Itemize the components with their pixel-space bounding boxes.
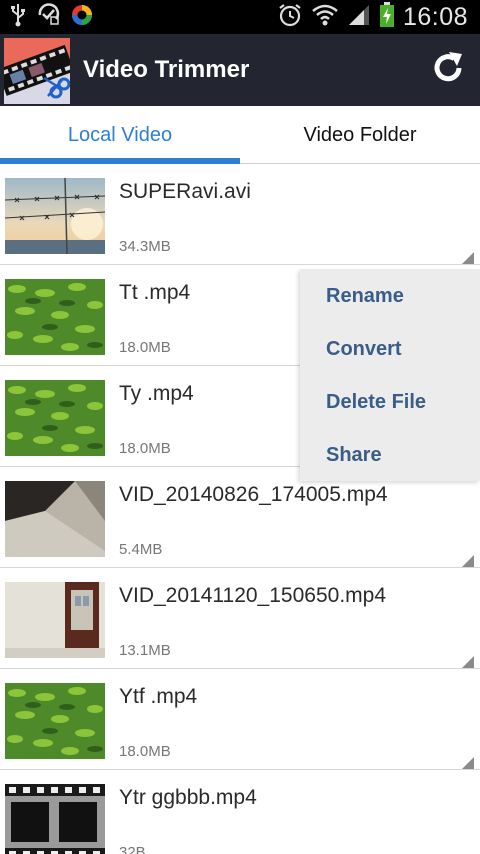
tab-local-video[interactable]: Local Video: [0, 106, 240, 164]
video-thumbnail: [5, 683, 105, 759]
file-size: 34.3MB: [119, 238, 171, 255]
signal-icon: [347, 3, 371, 32]
video-thumbnail: [5, 582, 105, 658]
video-thumbnail: [5, 380, 105, 456]
file-name: SUPERavi.avi: [119, 180, 251, 203]
battery-charging-icon: [379, 1, 395, 33]
list-item[interactable]: VID_20141120_150650.mp4 13.1MB: [0, 568, 480, 669]
menu-item-rename[interactable]: Rename: [326, 285, 404, 308]
file-name: VID_20140826_174005.mp4: [119, 483, 388, 506]
tab-bar: Local Video Video Folder: [0, 106, 480, 164]
refresh-icon: [430, 50, 466, 91]
film-strip-icon: [5, 784, 105, 854]
file-name: Ytr ggbbb.mp4: [119, 786, 257, 809]
list-item[interactable]: SUPERavi.avi 34.3MB: [0, 164, 480, 265]
status-bar: 16:08: [0, 0, 480, 34]
status-time: 16:08: [402, 2, 468, 31]
list-item[interactable]: Ytf .mp4 18.0MB: [0, 669, 480, 770]
app-title: Video Trimmer: [83, 56, 250, 83]
action-bar: Video Trimmer: [0, 34, 480, 106]
corner-indicator-icon: [462, 656, 474, 668]
file-name: VID_20141120_150650.mp4: [119, 584, 387, 607]
video-thumbnail: [5, 279, 105, 355]
file-size: 18.0MB: [119, 339, 171, 356]
file-size: 18.0MB: [119, 743, 171, 760]
menu-item-share[interactable]: Share: [326, 444, 382, 467]
colorful-app-icon: [70, 3, 94, 32]
context-menu: Rename Convert Delete File Share: [300, 269, 480, 481]
status-right-icons: 16:08: [277, 1, 468, 33]
file-size: 5.4MB: [119, 541, 163, 558]
file-name: Ytf .mp4: [119, 685, 198, 708]
usb-icon: [10, 3, 26, 32]
menu-item-convert[interactable]: Convert: [326, 338, 402, 361]
status-left-icons: [10, 2, 94, 32]
file-name: Tt .mp4: [119, 281, 191, 304]
app-logo-icon: [0, 38, 75, 104]
video-thumbnail: [5, 178, 105, 254]
alarm-shield-icon: [36, 2, 60, 32]
file-size: 32B: [119, 844, 146, 854]
refresh-button[interactable]: [426, 48, 470, 92]
file-size: 13.1MB: [119, 642, 171, 659]
corner-indicator-icon: [462, 555, 474, 567]
menu-item-delete-file[interactable]: Delete File: [326, 391, 426, 414]
corner-indicator-icon: [462, 757, 474, 769]
alarm-clock-icon: [277, 2, 303, 33]
list-item[interactable]: Ytr ggbbb.mp4 32B: [0, 770, 480, 854]
file-name: Ty .mp4: [119, 382, 194, 405]
corner-indicator-icon: [462, 252, 474, 264]
wifi-icon: [311, 2, 339, 33]
file-size: 18.0MB: [119, 440, 171, 457]
list-item[interactable]: VID_20140826_174005.mp4 5.4MB: [0, 467, 480, 568]
video-thumbnail: [5, 481, 105, 557]
video-list[interactable]: SUPERavi.avi 34.3MB Tt .mp4 18.0MB Ty .m…: [0, 164, 480, 854]
tab-video-folder[interactable]: Video Folder: [240, 106, 480, 164]
